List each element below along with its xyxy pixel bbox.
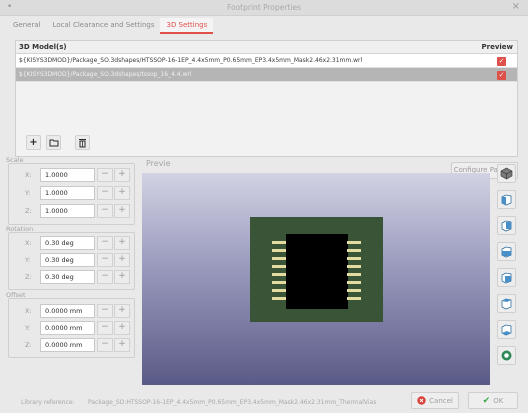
column-header-model: 3D Model(s) <box>19 43 67 51</box>
cancel-label: Cancel <box>429 396 453 405</box>
rotation-y-field[interactable]: 0.30 deg <box>40 253 95 267</box>
rotation-y-decrement[interactable]: − <box>97 253 113 267</box>
folder-icon <box>49 139 58 147</box>
ok-label: OK <box>493 396 504 405</box>
tab-bar: General Local Clearance and Settings 3D … <box>7 18 214 34</box>
offset-z-field[interactable]: 0.0000 mm <box>40 338 95 352</box>
rotation-z-decrement[interactable]: − <box>97 270 113 284</box>
reload-view-icon[interactable] <box>497 346 516 365</box>
rotation-y-label: Y: <box>25 256 31 264</box>
ic-pad <box>347 273 361 276</box>
preview-label: Previe <box>146 159 171 168</box>
scale-x-label: X: <box>25 171 32 179</box>
cancel-icon <box>417 396 426 405</box>
view-3d-icon[interactable] <box>497 164 516 183</box>
add-model-button[interactable]: + <box>26 135 41 150</box>
rotation-x-increment[interactable]: + <box>114 236 130 250</box>
scale-z-increment[interactable]: + <box>114 204 130 218</box>
ic-pad <box>347 257 361 260</box>
preview-checkbox[interactable]: ✓ <box>497 57 506 66</box>
offset-z-label: Z: <box>25 341 32 349</box>
window-title: Footprint Properties <box>226 3 302 12</box>
scale-z-decrement[interactable]: − <box>97 204 113 218</box>
ic-pad <box>272 265 286 268</box>
browse-model-button[interactable] <box>46 135 61 150</box>
scale-x-decrement[interactable]: − <box>97 168 113 182</box>
column-header-preview: Preview <box>481 43 513 51</box>
ic-pad <box>347 289 361 292</box>
view-back-icon[interactable] <box>497 216 516 235</box>
offset-y-label: Y: <box>25 324 31 332</box>
window-titlebar: • Footprint Properties × <box>0 0 528 16</box>
offset-x-increment[interactable]: + <box>114 304 130 318</box>
scale-y-label: Y: <box>25 189 31 197</box>
ic-pad <box>347 297 361 300</box>
models-header: 3D Model(s) Preview <box>16 41 517 54</box>
offset-x-label: X: <box>25 307 32 315</box>
scale-z-label: Z: <box>25 207 32 215</box>
preview-checkbox[interactable]: ✓ <box>497 71 506 80</box>
ok-button[interactable]: ✔ OK <box>468 392 518 409</box>
delete-model-button[interactable] <box>75 135 90 150</box>
pcb-board <box>250 217 383 322</box>
check-icon: ✔ <box>482 395 491 406</box>
rotation-x-decrement[interactable]: − <box>97 236 113 250</box>
offset-z-decrement[interactable]: − <box>97 338 113 352</box>
view-front-icon[interactable] <box>497 190 516 209</box>
view-bottom-icon[interactable] <box>497 320 516 339</box>
scale-y-decrement[interactable]: − <box>97 186 113 200</box>
tab-general[interactable]: General <box>7 18 47 34</box>
rotation-z-label: Z: <box>25 273 32 281</box>
model-row[interactable]: ${KISYS3DMOD}/Package_SO.3dshapes/tssop_… <box>16 68 517 82</box>
3d-preview-viewport[interactable] <box>142 173 490 385</box>
offset-y-increment[interactable]: + <box>114 321 130 335</box>
view-left-icon[interactable] <box>497 242 516 261</box>
ic-pad <box>272 241 286 244</box>
ic-pad <box>347 281 361 284</box>
offset-x-field[interactable]: 0.0000 mm <box>40 304 95 318</box>
offset-y-field[interactable]: 0.0000 mm <box>40 321 95 335</box>
offset-y-decrement[interactable]: − <box>97 321 113 335</box>
ic-pad <box>272 273 286 276</box>
model-path[interactable]: ${KISYS3DMOD}/Package_SO.3dshapes/HTSSOP… <box>19 57 362 64</box>
scale-x-field[interactable]: 1.0000 <box>40 168 95 182</box>
scale-x-increment[interactable]: + <box>114 168 130 182</box>
tab-local-clearance[interactable]: Local Clearance and Settings <box>47 18 161 34</box>
scale-z-field[interactable]: 1.0000 <box>40 204 95 218</box>
rotation-x-label: X: <box>25 239 32 247</box>
trash-icon <box>79 138 86 147</box>
models-list: 3D Model(s) Preview ${KISYS3DMOD}/Packag… <box>15 40 518 157</box>
scale-y-increment[interactable]: + <box>114 186 130 200</box>
ic-pad <box>272 297 286 300</box>
scale-y-field[interactable]: 1.0000 <box>40 186 95 200</box>
ic-pad <box>272 289 286 292</box>
ic-pad <box>347 265 361 268</box>
rotation-y-increment[interactable]: + <box>114 253 130 267</box>
ic-pad <box>347 241 361 244</box>
library-reference-value: Package_SO:HTSSOP-16-1EP_4.4x5mm_P0.65mm… <box>88 399 377 406</box>
ic-package-body <box>286 234 348 309</box>
offset-z-increment[interactable]: + <box>114 338 130 352</box>
cancel-button[interactable]: Cancel <box>411 392 459 409</box>
offset-x-decrement[interactable]: − <box>97 304 113 318</box>
rotation-z-increment[interactable]: + <box>114 270 130 284</box>
tab-3d-settings[interactable]: 3D Settings <box>160 18 214 34</box>
view-top-icon[interactable] <box>497 294 516 313</box>
plus-icon: + <box>29 137 38 148</box>
model-path[interactable]: ${KISYS3DMOD}/Package_SO.3dshapes/tssop_… <box>19 71 192 78</box>
ic-pad <box>272 257 286 260</box>
view-right-icon[interactable] <box>497 268 516 287</box>
model-row[interactable]: ${KISYS3DMOD}/Package_SO.3dshapes/HTSSOP… <box>16 54 517 68</box>
library-reference-label: Library reference: <box>21 399 75 406</box>
ic-pad <box>272 249 286 252</box>
rotation-x-field[interactable]: 0.30 deg <box>40 236 95 250</box>
ic-pad <box>272 281 286 284</box>
ic-pad <box>347 249 361 252</box>
close-icon[interactable]: × <box>512 1 520 12</box>
rotation-z-field[interactable]: 0.30 deg <box>40 270 95 284</box>
